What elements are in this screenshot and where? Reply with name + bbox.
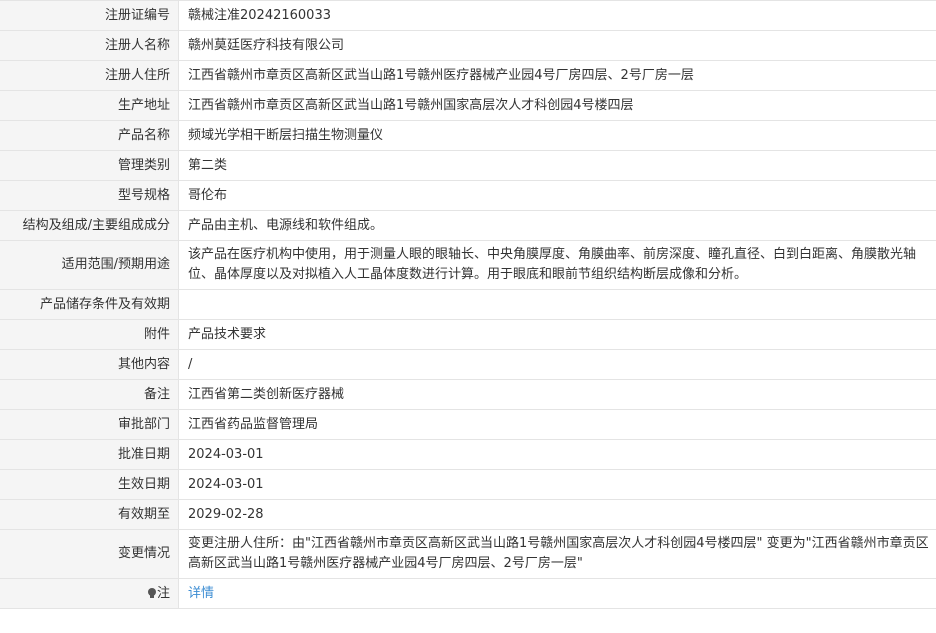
registration-number-value: 赣械注准20242160033 bbox=[178, 0, 936, 31]
production-address-label: 生产地址 bbox=[0, 90, 179, 121]
valid-until-value: 2029-02-28 bbox=[178, 499, 936, 530]
row-attachment: 附件 产品技术要求 bbox=[0, 319, 936, 350]
registration-number-label: 注册证编号 bbox=[0, 0, 179, 31]
note-label: 注 bbox=[156, 585, 170, 601]
storage-conditions-label: 产品储存条件及有效期 bbox=[0, 289, 179, 320]
row-approval-department: 审批部门 江西省药品监督管理局 bbox=[0, 409, 936, 440]
row-registrant-name: 注册人名称 赣州莫廷医疗科技有限公司 bbox=[0, 30, 936, 61]
attachment-label: 附件 bbox=[0, 319, 179, 350]
attachment-value: 产品技术要求 bbox=[178, 319, 936, 350]
intended-use-label: 适用范围/预期用途 bbox=[0, 240, 179, 290]
row-structure-composition: 结构及组成/主要组成成分 产品由主机、电源线和软件组成。 bbox=[0, 210, 936, 241]
row-model-spec: 型号规格 哥伦布 bbox=[0, 180, 936, 211]
details-link[interactable]: 详情 bbox=[188, 586, 214, 601]
row-note: 注 详情 bbox=[0, 578, 936, 609]
model-spec-value: 哥伦布 bbox=[178, 180, 936, 211]
note-label-cell: 注 bbox=[0, 578, 179, 609]
approval-date-label: 批准日期 bbox=[0, 439, 179, 470]
product-name-label: 产品名称 bbox=[0, 120, 179, 151]
registrant-name-label: 注册人名称 bbox=[0, 30, 179, 61]
registrant-address-label: 注册人住所 bbox=[0, 60, 179, 91]
valid-until-label: 有效期至 bbox=[0, 499, 179, 530]
row-approval-date: 批准日期 2024-03-01 bbox=[0, 439, 936, 470]
approval-date-value: 2024-03-01 bbox=[178, 439, 936, 470]
row-valid-until: 有效期至 2029-02-28 bbox=[0, 499, 936, 530]
row-product-name: 产品名称 频域光学相干断层扫描生物测量仪 bbox=[0, 120, 936, 151]
change-history-label: 变更情况 bbox=[0, 529, 179, 579]
row-registration-number: 注册证编号 赣械注准20242160033 bbox=[0, 0, 936, 31]
effective-date-value: 2024-03-01 bbox=[178, 469, 936, 500]
storage-conditions-value bbox=[178, 289, 936, 320]
row-registrant-address: 注册人住所 江西省赣州市章贡区高新区武当山路1号赣州医疗器械产业园4号厂房四层、… bbox=[0, 60, 936, 91]
registration-detail-table: 注册证编号 赣械注准20242160033 注册人名称 赣州莫廷医疗科技有限公司… bbox=[0, 0, 936, 609]
row-change-history: 变更情况 变更注册人住所：由"江西省赣州市章贡区高新区武当山路1号赣州国家高层次… bbox=[0, 529, 936, 579]
change-history-value: 变更注册人住所：由"江西省赣州市章贡区高新区武当山路1号赣州国家高层次人才科创园… bbox=[178, 529, 936, 579]
product-name-value: 频域光学相干断层扫描生物测量仪 bbox=[178, 120, 936, 151]
registrant-address-value: 江西省赣州市章贡区高新区武当山路1号赣州医疗器械产业园4号厂房四层、2号厂房一层 bbox=[178, 60, 936, 91]
other-content-label: 其他内容 bbox=[0, 349, 179, 380]
remarks-value: 江西省第二类创新医疗器械 bbox=[178, 379, 936, 410]
structure-composition-label: 结构及组成/主要组成成分 bbox=[0, 210, 179, 241]
other-content-value: / bbox=[178, 349, 936, 380]
row-storage-conditions: 产品储存条件及有效期 bbox=[0, 289, 936, 320]
production-address-value: 江西省赣州市章贡区高新区武当山路1号赣州国家高层次人才科创园4号楼四层 bbox=[178, 90, 936, 121]
row-production-address: 生产地址 江西省赣州市章贡区高新区武当山路1号赣州国家高层次人才科创园4号楼四层 bbox=[0, 90, 936, 121]
row-other-content: 其他内容 / bbox=[0, 349, 936, 380]
row-management-category: 管理类别 第二类 bbox=[0, 150, 936, 181]
lightbulb-icon bbox=[147, 587, 156, 598]
row-effective-date: 生效日期 2024-03-01 bbox=[0, 469, 936, 500]
management-category-value: 第二类 bbox=[178, 150, 936, 181]
remarks-label: 备注 bbox=[0, 379, 179, 410]
registrant-name-value: 赣州莫廷医疗科技有限公司 bbox=[178, 30, 936, 61]
approval-department-value: 江西省药品监督管理局 bbox=[178, 409, 936, 440]
approval-department-label: 审批部门 bbox=[0, 409, 179, 440]
row-remarks: 备注 江西省第二类创新医疗器械 bbox=[0, 379, 936, 410]
management-category-label: 管理类别 bbox=[0, 150, 179, 181]
note-value-cell: 详情 bbox=[178, 578, 936, 609]
intended-use-value: 该产品在医疗机构中使用，用于测量人眼的眼轴长、中央角膜厚度、角膜曲率、前房深度、… bbox=[178, 240, 936, 290]
row-intended-use: 适用范围/预期用途 该产品在医疗机构中使用，用于测量人眼的眼轴长、中央角膜厚度、… bbox=[0, 240, 936, 290]
effective-date-label: 生效日期 bbox=[0, 469, 179, 500]
structure-composition-value: 产品由主机、电源线和软件组成。 bbox=[178, 210, 936, 241]
model-spec-label: 型号规格 bbox=[0, 180, 179, 211]
